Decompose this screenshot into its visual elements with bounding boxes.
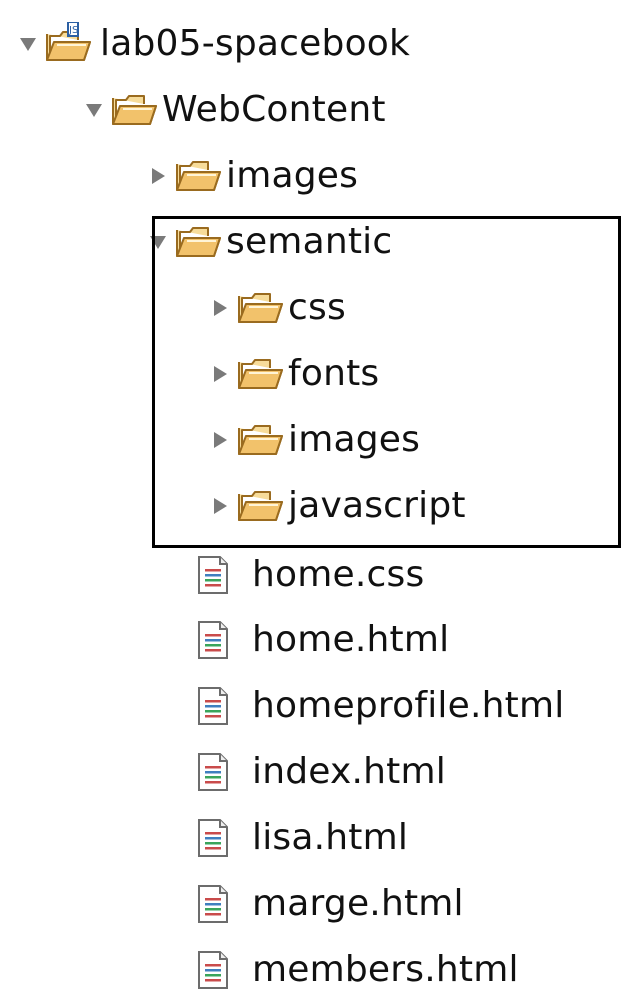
- project-folder-icon: JS: [44, 22, 96, 66]
- folder-icon: [236, 288, 284, 328]
- tree-row-fonts[interactable]: fonts: [208, 344, 379, 404]
- tree-row-file[interactable]: homeprofile.html: [196, 676, 564, 736]
- collapse-arrow-icon[interactable]: [16, 32, 40, 56]
- html-file-icon: [196, 950, 230, 990]
- expand-arrow-icon[interactable]: [208, 362, 232, 386]
- expand-arrow-icon[interactable]: [208, 494, 232, 518]
- folder-label: css: [288, 287, 346, 328]
- tree-row-file[interactable]: lisa.html: [196, 808, 408, 868]
- file-label: home.css: [252, 554, 425, 595]
- tree-row-semantic-images[interactable]: images: [208, 410, 420, 470]
- html-file-icon: [196, 884, 230, 924]
- folder-open-icon: [174, 222, 222, 262]
- file-label: members.html: [252, 949, 519, 990]
- expand-arrow-icon[interactable]: [208, 428, 232, 452]
- html-file-icon: [196, 620, 230, 660]
- file-label: homeprofile.html: [252, 685, 565, 726]
- file-label: marge.html: [252, 883, 464, 924]
- folder-label: images: [226, 155, 359, 196]
- folder-label: javascript: [288, 485, 466, 526]
- folder-label: images: [288, 419, 421, 460]
- folder-open-icon: [110, 90, 158, 130]
- svg-text:JS: JS: [68, 25, 78, 36]
- html-file-icon: [196, 818, 230, 858]
- project-explorer-tree: JS lab05-spacebook WebContent images sem: [0, 0, 623, 995]
- tree-row-javascript[interactable]: javascript: [208, 476, 466, 536]
- html-file-icon: [196, 555, 230, 595]
- file-label: lisa.html: [252, 817, 409, 858]
- tree-row-images[interactable]: images: [146, 146, 358, 206]
- folder-icon: [174, 156, 222, 196]
- project-name: lab05-spacebook: [100, 23, 411, 64]
- html-file-icon: [196, 752, 230, 792]
- expand-arrow-icon[interactable]: [146, 164, 170, 188]
- tree-row-semantic[interactable]: semantic: [146, 212, 392, 272]
- tree-row-webcontent[interactable]: WebContent: [82, 80, 386, 140]
- folder-icon: [236, 420, 284, 460]
- tree-row-project[interactable]: JS lab05-spacebook: [16, 14, 410, 74]
- file-label: home.html: [252, 619, 450, 660]
- folder-label: fonts: [288, 353, 380, 394]
- folder-label: WebContent: [162, 89, 386, 130]
- expand-arrow-icon[interactable]: [208, 296, 232, 320]
- tree-row-file[interactable]: home.html: [196, 610, 449, 670]
- tree-row-file[interactable]: marge.html: [196, 874, 464, 934]
- tree-row-css[interactable]: css: [208, 278, 346, 338]
- folder-label: semantic: [226, 221, 393, 262]
- collapse-arrow-icon[interactable]: [146, 230, 170, 254]
- file-label: index.html: [252, 751, 446, 792]
- tree-row-file[interactable]: home.css: [196, 545, 424, 605]
- folder-icon: [236, 486, 284, 526]
- tree-row-file[interactable]: index.html: [196, 742, 446, 802]
- folder-icon: [236, 354, 284, 394]
- collapse-arrow-icon[interactable]: [82, 98, 106, 122]
- html-file-icon: [196, 686, 230, 726]
- tree-row-file[interactable]: members.html: [196, 940, 519, 1000]
